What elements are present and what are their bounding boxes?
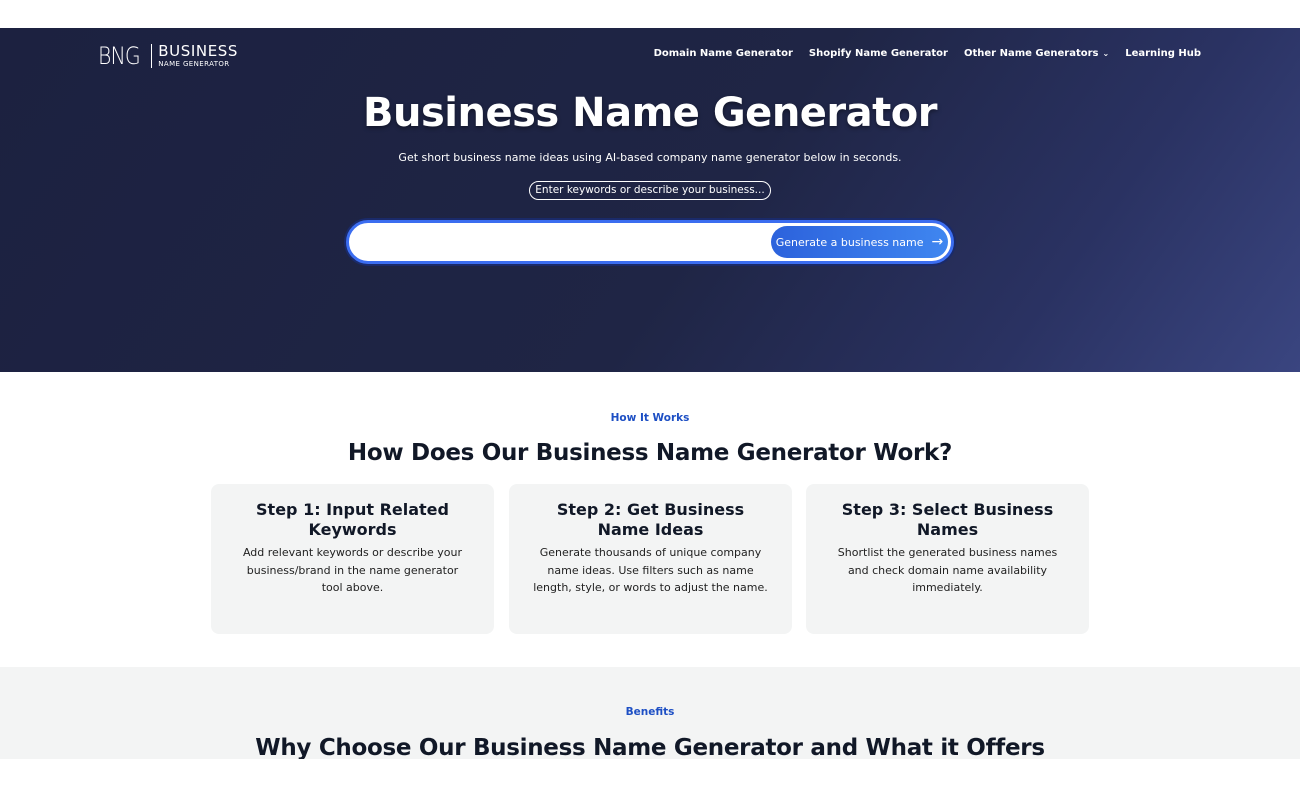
nav-learning-hub[interactable]: Learning Hub [1125, 48, 1201, 59]
step-card: Step 1: Input Related Keywords Add relev… [211, 484, 494, 634]
top-blank-area [0, 0, 1300, 28]
nav-label: Domain Name Generator [653, 48, 793, 59]
step-text: Add relevant keywords or describe your b… [242, 546, 463, 594]
chevron-down-icon: ⌄ [1102, 49, 1110, 58]
step-title: Step 2: Get Business Name Ideas [556, 500, 745, 539]
nav-label: Other Name Generators [963, 48, 1099, 59]
step-text: Shortlist the generated business names a… [837, 546, 1058, 594]
step-card: Step 2: Get Business Name Ideas Generate… [509, 484, 792, 634]
benefits-section: Benefits Why Choose Our Business Name Ge… [0, 667, 1300, 759]
arrow-right-icon: → [931, 234, 944, 250]
step-text: Generate thousands of unique company nam… [533, 546, 768, 594]
hero-title: Business Name Generator [363, 90, 937, 136]
logo-divider [151, 44, 153, 68]
search-hint-pill: Enter keywords or describe your business… [529, 181, 771, 200]
nav-label: Learning Hub [1125, 48, 1201, 59]
logo-line1: BUSINESS [158, 42, 239, 60]
benefits-title: Why Choose Our Business Name Generator a… [255, 735, 1045, 759]
generate-button[interactable]: Generate a business name → [771, 226, 948, 258]
search-bar: Generate a business name → [346, 220, 954, 264]
logo-wordmark: BUSINESS NAME GENERATOR [158, 44, 238, 68]
how-title: How Does Our Business Name Generator Wor… [347, 440, 953, 466]
logo-line2: NAME GENERATOR [158, 60, 230, 68]
logo[interactable]: BNG BUSINESS NAME GENERATOR [98, 42, 238, 70]
nav-label: Shopify Name Generator [808, 48, 948, 59]
logo-mark: BNG [98, 42, 141, 70]
bottom-blank-area [0, 759, 1300, 788]
main-nav: Domain Name Generator Shopify Name Gener… [654, 48, 1201, 59]
nav-other-name-generators[interactable]: Other Name Generators ⌄ [964, 48, 1109, 59]
step-title: Step 1: Input Related Keywords [256, 500, 449, 539]
nav-domain-name-generator[interactable]: Domain Name Generator [654, 48, 793, 59]
hero-subtitle: Get short business name ideas using AI-b… [398, 151, 902, 164]
how-eyebrow: How It Works [610, 412, 690, 424]
step-card: Step 3: Select Business Names Shortlist … [806, 484, 1089, 634]
hero-section: BNG BUSINESS NAME GENERATOR Domain Name … [0, 28, 1300, 372]
generate-button-label: Generate a business name [775, 235, 924, 249]
search-input[interactable] [365, 232, 765, 252]
benefits-eyebrow: Benefits [625, 706, 675, 718]
step-title: Step 3: Select Business Names [841, 500, 1054, 539]
how-it-works-section: How It Works How Does Our Business Name … [0, 372, 1300, 667]
nav-shopify-name-generator[interactable]: Shopify Name Generator [809, 48, 948, 59]
